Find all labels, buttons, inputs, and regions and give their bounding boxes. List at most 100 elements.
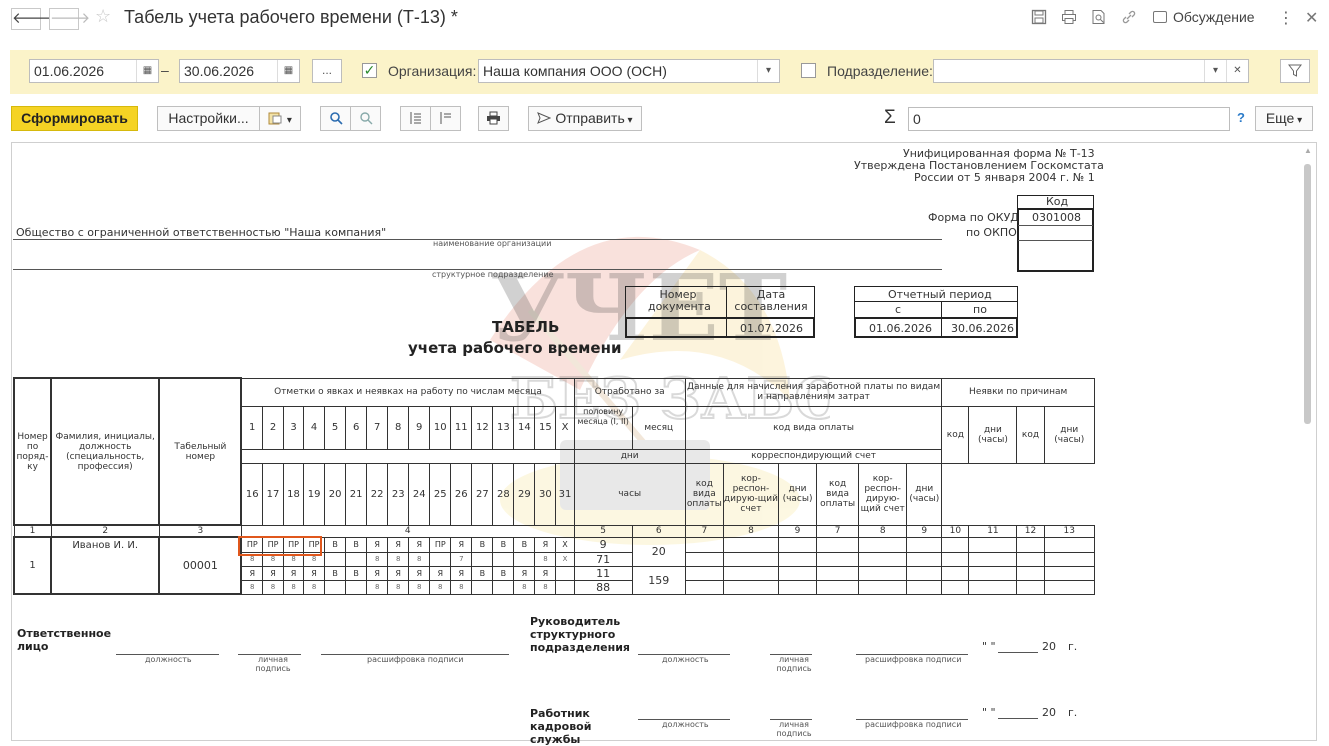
timesheet-cell[interactable] — [324, 551, 347, 567]
link-icon[interactable] — [1120, 9, 1138, 27]
timesheet-cell[interactable] — [492, 579, 515, 595]
timesheet-cell[interactable]: Я — [534, 565, 557, 581]
timesheet-empty-cell[interactable] — [816, 536, 860, 553]
filter-icon[interactable] — [1280, 59, 1310, 83]
timesheet-empty-cell[interactable] — [684, 536, 724, 553]
timesheet-cell[interactable] — [471, 551, 494, 567]
calendar-icon[interactable]: ▦ — [277, 60, 299, 82]
chevron-down-icon[interactable]: ▾ — [1204, 60, 1226, 82]
timesheet-cell[interactable]: 8 — [450, 579, 473, 595]
timesheet-empty-cell[interactable] — [816, 579, 860, 595]
timesheet-cell[interactable]: Я — [513, 565, 536, 581]
timesheet-empty-cell[interactable] — [941, 565, 970, 581]
back-button[interactable]: 🡐 — [11, 8, 52, 30]
timesheet-cell[interactable]: 8 — [261, 579, 285, 595]
timesheet-empty-cell[interactable] — [858, 551, 908, 567]
timesheet-cell[interactable]: Я — [429, 565, 452, 581]
timesheet-cell[interactable]: 71 — [573, 551, 633, 567]
timesheet-cell[interactable]: X — [555, 551, 575, 567]
more-menu-icon[interactable]: ⋮ — [1278, 8, 1294, 28]
timesheet-empty-cell[interactable] — [968, 551, 1018, 567]
close-icon[interactable]: ✕ — [1305, 8, 1318, 28]
timesheet-cell[interactable]: 8 — [387, 579, 410, 595]
variant-button[interactable]: ▾ — [259, 106, 301, 131]
timesheet-cell[interactable]: Я — [366, 565, 389, 581]
timesheet-empty-cell[interactable] — [1043, 565, 1096, 581]
timesheet-empty-cell[interactable] — [816, 551, 860, 567]
timesheet-empty-cell[interactable] — [858, 579, 908, 595]
send-button[interactable]: Отправить ▾ — [528, 106, 642, 131]
timesheet-empty-cell[interactable] — [684, 565, 724, 581]
timesheet-empty-cell[interactable] — [858, 536, 908, 553]
timesheet-cell[interactable]: 8 — [387, 551, 410, 567]
print-icon[interactable] — [1060, 9, 1078, 27]
timesheet-cell[interactable]: В — [471, 536, 494, 553]
timesheet-cell[interactable] — [345, 551, 368, 567]
timesheet-empty-cell[interactable] — [722, 565, 779, 581]
timesheet-cell[interactable]: 20 — [631, 536, 686, 567]
timesheet-cell[interactable]: 8 — [429, 579, 452, 595]
save-icon[interactable] — [1030, 9, 1048, 27]
timesheet-cell[interactable]: 8 — [283, 579, 305, 595]
more-button[interactable]: Еще ▾ — [1255, 106, 1313, 131]
discussion-button[interactable]: Обсуждение — [1153, 9, 1255, 25]
clear-icon[interactable]: ✕ — [1226, 60, 1248, 82]
timesheet-cell[interactable]: В — [324, 565, 347, 581]
timesheet-cell[interactable]: Я — [283, 565, 305, 581]
date-to-field[interactable]: 30.06.2026 ▦ — [179, 59, 300, 83]
collapse-groups-icon[interactable] — [430, 106, 461, 131]
subdivision-select[interactable]: ▾ ✕ — [933, 59, 1249, 83]
organization-checkbox[interactable]: ✓ — [362, 63, 377, 78]
timesheet-cell[interactable] — [345, 579, 368, 595]
timesheet-cell[interactable]: В — [471, 565, 494, 581]
timesheet-cell[interactable] — [492, 551, 515, 567]
timesheet-empty-cell[interactable] — [777, 551, 818, 567]
timesheet-cell[interactable]: В — [492, 565, 515, 581]
search-clear-icon[interactable] — [350, 106, 381, 131]
timesheet-empty-cell[interactable] — [941, 579, 970, 595]
favorite-star-icon[interactable]: ☆ — [95, 6, 111, 27]
timesheet-empty-cell[interactable] — [1043, 579, 1096, 595]
timesheet-empty-cell[interactable] — [722, 536, 779, 553]
timesheet-empty-cell[interactable] — [968, 579, 1018, 595]
timesheet-cell[interactable]: В — [345, 565, 368, 581]
print-button[interactable] — [478, 106, 509, 131]
date-from-field[interactable]: 01.06.2026 ▦ — [29, 59, 159, 83]
sum-field[interactable]: 0 — [908, 107, 1230, 131]
settings-button[interactable]: Настройки... — [157, 106, 260, 131]
timesheet-empty-cell[interactable] — [941, 536, 970, 553]
timesheet-cell[interactable]: 8 — [240, 579, 264, 595]
timesheet-cell[interactable] — [555, 565, 575, 581]
timesheet-empty-cell[interactable] — [1043, 536, 1096, 553]
timesheet-cell[interactable]: Я — [387, 536, 410, 553]
timesheet-cell[interactable]: Я — [450, 565, 473, 581]
timesheet-empty-cell[interactable] — [941, 551, 970, 567]
expand-groups-icon[interactable] — [400, 106, 431, 131]
timesheet-cell[interactable]: 8 — [408, 579, 431, 595]
timesheet-cell[interactable]: Я — [408, 565, 431, 581]
period-select-button[interactable]: ... — [312, 59, 342, 83]
timesheet-cell[interactable]: В — [492, 536, 515, 553]
timesheet-cell[interactable]: 7 — [450, 551, 473, 567]
timesheet-cell[interactable]: 8 — [534, 551, 557, 567]
generate-button[interactable]: Сформировать — [11, 106, 138, 131]
timesheet-empty-cell[interactable] — [1016, 536, 1045, 553]
timesheet-cell[interactable]: 88 — [573, 579, 633, 595]
timesheet-cell[interactable] — [471, 579, 494, 595]
scroll-thumb[interactable] — [1304, 164, 1311, 424]
timesheet-cell[interactable]: Я — [450, 536, 473, 553]
timesheet-empty-cell[interactable] — [906, 565, 943, 581]
timesheet-empty-cell[interactable] — [968, 536, 1018, 553]
timesheet-empty-cell[interactable] — [906, 579, 943, 595]
timesheet-cell[interactable]: ПР — [429, 536, 452, 553]
timesheet-cell[interactable] — [555, 579, 575, 595]
timesheet-cell[interactable] — [324, 579, 347, 595]
vertical-scrollbar[interactable]: ▲ — [1302, 146, 1314, 741]
timesheet-cell[interactable]: 8 — [366, 579, 389, 595]
timesheet-cell[interactable]: 9 — [573, 536, 633, 553]
preview-icon[interactable] — [1090, 9, 1108, 27]
timesheet-cell[interactable] — [513, 551, 536, 567]
timesheet-empty-cell[interactable] — [684, 579, 724, 595]
timesheet-cell[interactable]: В — [513, 536, 536, 553]
subdivision-checkbox[interactable] — [801, 63, 816, 78]
